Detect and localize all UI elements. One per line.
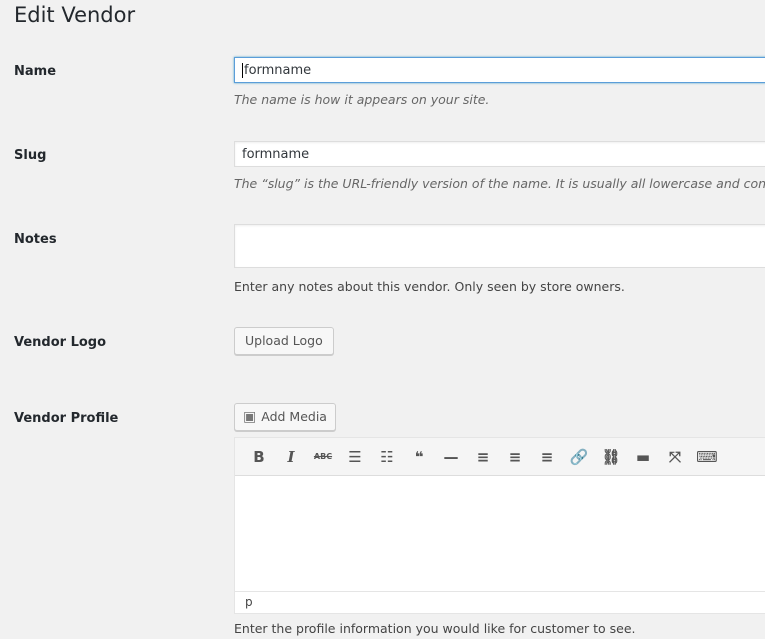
align-left-icon[interactable]: ≡ (467, 442, 499, 472)
add-media-label: Add Media (261, 409, 327, 424)
notes-textarea[interactable] (234, 224, 765, 268)
align-right-icon[interactable]: ≡ (531, 442, 563, 472)
blockquote-icon[interactable]: ❝ (403, 442, 435, 472)
toolbar-toggle-icon[interactable]: ⌨ (691, 442, 723, 472)
name-description: The name is how it appears on your site. (234, 92, 490, 107)
fullscreen-icon[interactable]: ⤧ (659, 442, 691, 472)
notes-label: Notes (14, 232, 57, 247)
name-label: Name (14, 64, 57, 79)
slug-input[interactable]: formname (234, 141, 765, 167)
vendor-logo-label: Vendor Logo (14, 335, 107, 350)
page-title: Edit Vendor (14, 3, 136, 27)
profile-description: Enter the profile information you would … (234, 621, 636, 636)
media-icon: ▣ (243, 409, 257, 425)
upload-logo-button[interactable]: Upload Logo (234, 327, 334, 355)
notes-description: Enter any notes about this vendor. Only … (234, 279, 625, 294)
horizontal-line-icon[interactable]: — (435, 442, 467, 472)
name-input[interactable]: formname (234, 57, 765, 83)
strikethrough-icon[interactable]: ABC (307, 442, 339, 472)
text-cursor (242, 63, 243, 78)
numbered-list-icon[interactable]: ☷ (371, 442, 403, 472)
profile-editor[interactable]: B I ABC ☰ ☷ ❝ — ≡ ≡ ≡ 🔗 ⛓ ▬ ⤧ ⌨ p (234, 437, 765, 614)
bullet-list-icon[interactable]: ☰ (339, 442, 371, 472)
italic-icon[interactable]: I (275, 442, 307, 472)
editor-toolbar: B I ABC ☰ ☷ ❝ — ≡ ≡ ≡ 🔗 ⛓ ▬ ⤧ ⌨ (235, 438, 765, 476)
read-more-icon[interactable]: ▬ (627, 442, 659, 472)
editor-content[interactable] (235, 476, 765, 593)
align-center-icon[interactable]: ≡ (499, 442, 531, 472)
link-icon[interactable]: 🔗 (563, 442, 595, 472)
unlink-icon[interactable]: ⛓ (595, 442, 627, 472)
slug-label: Slug (14, 148, 47, 163)
vendor-profile-label: Vendor Profile (14, 411, 119, 426)
add-media-button[interactable]: ▣ Add Media (234, 403, 336, 431)
editor-status-path: p (235, 591, 765, 613)
bold-icon[interactable]: B (243, 442, 275, 472)
name-value: formname (244, 63, 312, 78)
slug-description: The “slug” is the URL-friendly version o… (234, 176, 765, 191)
upload-logo-label: Upload Logo (245, 333, 323, 348)
